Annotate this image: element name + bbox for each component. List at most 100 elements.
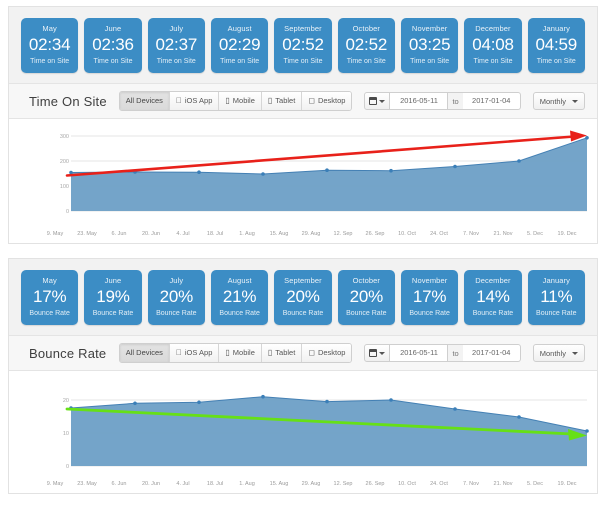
- metric-card[interactable]: November 17% Bounce Rate: [400, 270, 459, 325]
- card-label: Bounce Rate: [282, 310, 324, 317]
- card-month: January: [542, 276, 570, 285]
- device-filter-ios-app[interactable]:  iOS App: [169, 344, 220, 362]
- card-month: October: [352, 276, 380, 285]
- metric-card[interactable]: May 02:34 Time on Site: [21, 18, 79, 73]
- ytick-label-300: 300: [60, 134, 69, 140]
- data-point[interactable]: [517, 159, 521, 163]
- device-filter-label: iOS App: [184, 96, 213, 105]
- card-label: Time on Site: [536, 58, 576, 65]
- data-point[interactable]: [325, 168, 329, 172]
- date-from-input[interactable]: [390, 344, 449, 362]
- card-month: October: [352, 24, 380, 33]
- mobile-icon: ▯: [225, 96, 230, 105]
- apple-icon: : [176, 97, 182, 105]
- data-point[interactable]: [325, 399, 329, 404]
- card-label: Bounce Rate: [156, 310, 197, 317]
- data-point[interactable]: [197, 170, 201, 174]
- chart-bounce-rate: 0 10 20 9. May 23. May 6. Jun 20. Jun 4.…: [9, 371, 597, 493]
- card-value: 04:59: [535, 35, 578, 54]
- device-filter-all-devices[interactable]: All Devices: [119, 92, 170, 110]
- card-month: June: [104, 24, 122, 33]
- data-point[interactable]: [585, 429, 589, 433]
- xtick-label: 5. Dec: [527, 231, 543, 237]
- date-from-input[interactable]: [390, 92, 449, 110]
- card-value: 03:25: [408, 35, 451, 54]
- xtick-label: 10. Oct: [398, 231, 416, 237]
- metric-card[interactable]: August 21% Bounce Rate: [210, 270, 269, 325]
- card-value: 17%: [32, 287, 67, 306]
- xaxis-bounce-rate: 9. May 23. May 6. Jun 20. Jun 4. Jul 18.…: [47, 481, 577, 487]
- device-filter-ios-app[interactable]:  iOS App: [169, 92, 220, 110]
- device-filter-desktop[interactable]: ◻ Desktop: [302, 344, 352, 362]
- interval-select[interactable]: Monthly: [532, 92, 585, 110]
- data-point[interactable]: [69, 170, 73, 175]
- chevron-down-icon: [379, 351, 386, 355]
- card-month: July: [169, 276, 184, 285]
- device-filter-mobile[interactable]: ▯ Mobile: [219, 92, 262, 110]
- apple-icon: : [176, 349, 182, 357]
- device-filter-desktop[interactable]: ◻ Desktop: [302, 92, 352, 110]
- device-filter-label: Tablet: [275, 96, 296, 105]
- metric-card[interactable]: October 02:52 Time on Site: [337, 18, 395, 73]
- data-point[interactable]: [197, 400, 201, 405]
- card-label: Time on Site: [156, 58, 196, 65]
- card-label: Time on Site: [473, 58, 513, 65]
- data-point[interactable]: [453, 164, 457, 169]
- xtick-label: 10. Oct: [398, 481, 416, 487]
- card-label: Time on Site: [30, 58, 70, 65]
- metric-card[interactable]: July 02:37 Time on Site: [147, 18, 205, 73]
- metric-card[interactable]: May 17% Bounce Rate: [21, 270, 79, 325]
- data-point[interactable]: [261, 394, 265, 399]
- data-point[interactable]: [517, 415, 521, 419]
- card-month: November: [411, 24, 448, 33]
- metric-card[interactable]: August 02:29 Time on Site: [210, 18, 269, 73]
- calendar-button[interactable]: [364, 92, 391, 110]
- xtick-label: 4. Jul: [176, 231, 189, 237]
- ytick-label-0: 0: [66, 464, 69, 470]
- metric-card[interactable]: December 14% Bounce Rate: [464, 270, 522, 325]
- metric-card[interactable]: November 03:25 Time on Site: [400, 18, 459, 73]
- metric-card[interactable]: October 20% Bounce Rate: [337, 270, 395, 325]
- device-filter-label: All Devices: [125, 348, 163, 357]
- data-point[interactable]: [453, 407, 457, 411]
- device-filter-tablet[interactable]: ▯ Tablet: [261, 92, 303, 110]
- ytick-label-200: 200: [60, 159, 69, 165]
- metric-card[interactable]: June 19% Bounce Rate: [84, 270, 142, 325]
- device-filter-mobile[interactable]: ▯ Mobile: [219, 344, 262, 362]
- metric-card[interactable]: September 02:52 Time on Site: [274, 18, 332, 73]
- data-point[interactable]: [389, 168, 393, 173]
- xtick-label: 29. Aug: [302, 231, 321, 237]
- xtick-label: 5. Dec: [527, 481, 543, 487]
- date-to-input[interactable]: [462, 92, 521, 110]
- data-point[interactable]: [389, 398, 393, 402]
- calendar-button[interactable]: [364, 344, 391, 362]
- card-value: 02:52: [345, 35, 388, 54]
- device-filter-label: Desktop: [317, 96, 346, 105]
- date-to-input[interactable]: [462, 344, 521, 362]
- metric-card[interactable]: January 04:59 Time on Site: [527, 18, 585, 73]
- date-range-separator: to: [448, 344, 463, 362]
- metric-card[interactable]: July 20% Bounce Rate: [147, 270, 205, 325]
- metric-card[interactable]: January 11% Bounce Rate: [527, 270, 585, 325]
- calendar-icon: [369, 97, 378, 105]
- data-point[interactable]: [133, 401, 137, 406]
- xtick-label: 20. Jun: [142, 231, 160, 237]
- metric-card[interactable]: June 02:36 Time on Site: [84, 18, 142, 73]
- metric-card[interactable]: December 04:08 Time on Site: [464, 18, 522, 73]
- device-filter-label: Mobile: [232, 348, 255, 357]
- xtick-label: 20. Jun: [142, 481, 160, 487]
- card-value: 11%: [540, 287, 573, 306]
- data-point[interactable]: [261, 172, 265, 176]
- calendar-icon: [369, 349, 378, 357]
- metric-card[interactable]: September 20% Bounce Rate: [274, 270, 332, 325]
- data-point[interactable]: [585, 136, 589, 140]
- xtick-label: 23. May: [77, 481, 97, 487]
- card-label: Bounce Rate: [472, 310, 514, 317]
- interval-select[interactable]: Monthly: [532, 344, 585, 362]
- device-filter-label: Tablet: [275, 348, 296, 357]
- card-label: Time on Site: [93, 58, 133, 65]
- page-title: Bounce Rate: [29, 345, 107, 361]
- xtick-label: 21. Nov: [494, 481, 513, 487]
- device-filter-tablet[interactable]: ▯ Tablet: [261, 344, 303, 362]
- device-filter-all-devices[interactable]: All Devices: [119, 344, 170, 362]
